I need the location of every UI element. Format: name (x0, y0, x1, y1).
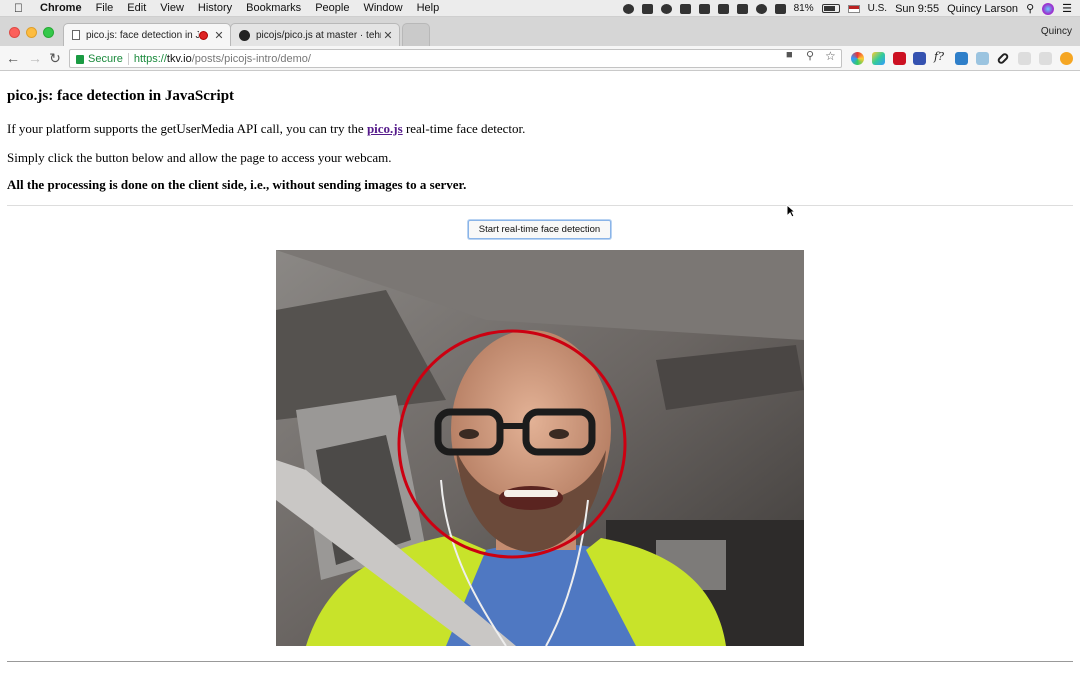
zoom-window-button[interactable] (43, 27, 54, 38)
intro-paragraph: If your platform supports the getUserMed… (7, 121, 525, 137)
address-bar[interactable]: Secure https:// tkv.io /posts/picojs-int… (69, 49, 842, 68)
back-icon[interactable]: ← (5, 50, 21, 66)
url-path: /posts/picojs-intro/demo/ (191, 52, 311, 65)
extension-alert-icon[interactable] (1060, 52, 1073, 65)
clock[interactable]: Sun 9:55 (895, 3, 939, 15)
reload-icon[interactable]: ↻ (47, 50, 63, 66)
tab-title: picojs/pico.js at master · tehn (256, 29, 381, 41)
zoom-icon[interactable]: ⚲ (806, 49, 814, 62)
browser-toolbar: ← → ↻ Secure https:// tkv.io /posts/pico… (0, 46, 1080, 71)
close-tab-icon[interactable]: ✕ (212, 29, 226, 42)
horizontal-rule (7, 205, 1073, 206)
menu-bar-status-area: 81% U.S. Sun 9:55 Quincy Larson ⚲ ☰ (622, 0, 1080, 17)
webcam-canvas (276, 250, 804, 646)
battery-percent[interactable]: 81% (794, 3, 814, 14)
menu-app-chrome[interactable]: Chrome (40, 2, 82, 14)
plus-cross-icon[interactable] (698, 3, 710, 14)
page-title: pico.js: face detection in JavaScript (7, 88, 235, 104)
profile-name[interactable]: Quincy (1041, 26, 1072, 37)
mouth (499, 486, 563, 510)
volume-icon[interactable] (774, 3, 786, 14)
extension-shield-icon[interactable] (872, 52, 885, 65)
extension-formula-icon[interactable]: f? (934, 50, 947, 63)
secure-label: Secure (88, 52, 123, 65)
page-content: pico.js: face detection in JavaScript If… (0, 72, 1080, 675)
mouse-cursor-icon (786, 204, 796, 218)
us-flag-icon[interactable] (847, 4, 860, 13)
extension-translate-icon[interactable] (955, 52, 968, 65)
menu-history[interactable]: History (198, 2, 232, 14)
address-separator (127, 52, 129, 65)
git-branch-icon[interactable] (717, 3, 729, 14)
spotlight-search-icon[interactable]: ⚲ (1026, 2, 1034, 15)
picojs-link[interactable]: pico.js (367, 121, 403, 136)
privacy-note: All the processing is done on the client… (7, 177, 467, 192)
menu-edit[interactable]: Edit (127, 2, 146, 14)
start-face-detection-button[interactable]: Start real-time face detection (468, 220, 611, 239)
extension-link-icon[interactable] (976, 52, 989, 65)
extension-ublock-icon[interactable] (893, 52, 906, 65)
notification-center-icon[interactable]: ☰ (1062, 2, 1072, 15)
minimize-window-button[interactable] (26, 27, 37, 38)
menu-file[interactable]: File (96, 2, 114, 14)
extension-bookmark-icon[interactable] (913, 52, 926, 65)
game-controller-icon[interactable] (679, 3, 691, 14)
lock-icon (76, 55, 84, 64)
headphones-icon[interactable] (660, 3, 672, 14)
right-eye (549, 429, 569, 439)
new-tab-button[interactable] (402, 23, 430, 46)
cloud-icon[interactable] (622, 3, 634, 14)
left-eye (459, 429, 479, 439)
instruction-paragraph: Simply click the button below and allow … (7, 150, 392, 165)
bluetooth-icon[interactable] (736, 3, 748, 14)
url-host: tkv.io (166, 52, 192, 65)
siri-icon[interactable] (1042, 2, 1055, 15)
tab-github-picojs[interactable]: picojs/pico.js at master · tehn ✕ (230, 23, 400, 46)
forward-icon[interactable]: → (27, 50, 43, 66)
close-tab-icon[interactable]: ✕ (381, 29, 395, 42)
extension-list-icon[interactable] (1039, 52, 1052, 65)
menu-window[interactable]: Window (363, 2, 402, 14)
document-icon (72, 30, 80, 40)
tab-strip: pico.js: face detection in Ja ✕ picojs/p… (0, 17, 1080, 46)
apple-icon[interactable]:  (14, 1, 28, 15)
intro-text-before: If your platform supports the getUserMed… (7, 121, 367, 136)
wifi-icon[interactable] (755, 3, 767, 14)
close-window-button[interactable] (9, 27, 20, 38)
intro-text-after: real-time face detector. (402, 121, 526, 136)
input-source[interactable]: U.S. (868, 3, 887, 14)
camera-in-use-icon[interactable]: ■ (786, 49, 793, 61)
fox-icon[interactable] (641, 3, 653, 14)
teeth (504, 490, 558, 497)
tab-title: pico.js: face detection in Ja (86, 29, 199, 41)
github-icon (239, 29, 250, 41)
menu-view[interactable]: View (160, 2, 184, 14)
macos-menu-bar:  Chrome File Edit View History Bookmark… (0, 0, 1080, 17)
recording-indicator-icon (199, 30, 208, 40)
bookmark-star-icon[interactable]: ☆ (825, 49, 836, 63)
menu-help[interactable]: Help (417, 2, 440, 14)
chain-link-icon[interactable] (996, 51, 1010, 66)
menu-people[interactable]: People (315, 2, 349, 14)
menu-bookmarks[interactable]: Bookmarks (246, 2, 301, 14)
extension-grey-icon[interactable] (1018, 52, 1031, 65)
user-name[interactable]: Quincy Larson (947, 3, 1018, 15)
extension-color-wheel-icon[interactable] (851, 52, 864, 65)
url-scheme: https:// (133, 52, 167, 65)
tab-picojs-demo[interactable]: pico.js: face detection in Ja ✕ (63, 23, 231, 46)
horizontal-rule-bottom (7, 661, 1073, 662)
battery-icon[interactable] (821, 4, 840, 13)
